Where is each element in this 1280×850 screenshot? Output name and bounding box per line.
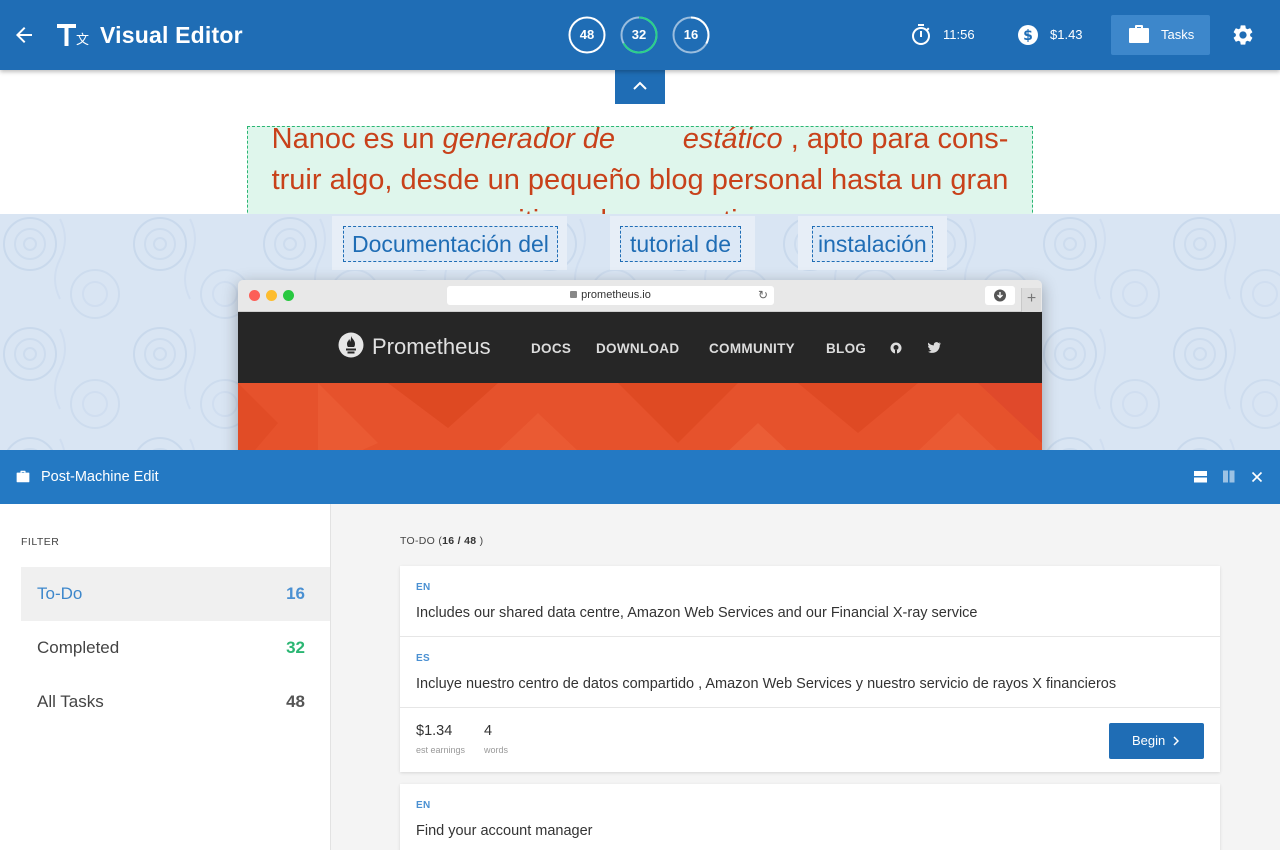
stopwatch-icon [909,23,933,47]
close-icon[interactable] [1249,469,1265,485]
download-icon [985,286,1015,305]
site-nav-docs: DOCS [531,341,572,356]
filter-all-tasks[interactable]: All Tasks 48 [21,675,330,729]
back-arrow-icon[interactable] [12,23,36,47]
horizontal-split-icon[interactable] [1193,469,1209,485]
url-text: prometheus.io [581,289,651,301]
todo-counter: 16 [672,16,710,54]
source-segment: EN Find your account manager [400,784,1220,850]
minimize-dot-icon [266,290,277,301]
maximize-dot-icon [283,290,294,301]
task-card: EN Find your account manager [400,784,1220,850]
word-count-label: words [484,745,509,755]
segment-text[interactable]: instalación [812,226,933,262]
source-segment: EN Includes our shared data centre, Amaz… [400,566,1220,637]
prometheus-logo-icon [338,332,364,358]
github-icon [890,342,902,354]
hero-section: Documentación del tutorial de instalació… [0,214,1280,450]
earnings-value: $1.43 [1050,27,1083,42]
est-earnings-label: est earnings [416,745,466,755]
site-brand: Prometheus [372,334,491,359]
target-text: Incluye nuestro centro de datos comparti… [416,676,1117,692]
filter-label: Completed [37,638,120,657]
filter-heading: FILTER [21,536,60,548]
app-title: Visual Editor [100,22,243,48]
briefcase-icon [16,470,30,483]
collapse-toolbar-button[interactable] [615,70,665,104]
filter-label: To-Do [37,584,83,603]
chevron-right-icon [1173,736,1179,746]
panel-header: Post-Machine Edit [0,450,1280,504]
target-language: ES [416,653,430,664]
segment-text[interactable]: Documentación del [343,226,558,262]
todo-count-heading: TO-DO (16 / 48 ) [400,535,484,547]
completed-counter: 32 [620,16,658,54]
website-screenshot: prometheus.io ↻ + Prometheus DOCS DOWNLO… [238,280,1042,450]
task-footer: $1.34 est earnings 4 words Begin [400,708,1220,772]
segment-text[interactable]: tutorial de [620,226,742,262]
target-segment: ES Incluye nuestro centro de datos compa… [400,637,1220,708]
browser-chrome: prometheus.io ↻ + [238,280,1042,312]
site-nav-download: DOWNLOAD [596,341,680,356]
completed-counter-value: 32 [631,27,647,42]
lock-icon [570,291,578,298]
new-tab-icon: + [1021,288,1041,312]
site-hero-banner [238,383,1042,450]
chevron-up-icon [633,81,647,90]
panel-title: Post-Machine Edit [41,469,159,485]
text-segment-1: Documentación del [332,216,567,270]
filter-label: All Tasks [37,692,104,711]
svg-text:文: 文 [76,33,89,48]
dollar-icon: $ [1016,23,1040,47]
todo-counter-value: 16 [683,27,699,42]
top-bar: 文 Visual Editor 48 32 16 11:56 $ $1.43 T… [0,0,1280,70]
timer-value: 11:56 [943,27,975,42]
close-dot-icon [249,290,260,301]
begin-button[interactable]: Begin [1109,723,1204,759]
text-segment-3: instalación [798,216,947,270]
total-counter-value: 48 [579,27,595,42]
filter-count: 48 [286,692,305,711]
gear-icon[interactable] [1231,23,1255,47]
briefcase-icon [1129,25,1149,43]
task-card: EN Includes our shared data centre, Amaz… [400,566,1220,772]
begin-button-label: Begin [1132,733,1166,748]
source-language: EN [416,800,431,811]
source-text: Includes our shared data centre, Amazon … [416,605,978,621]
reload-icon: ↻ [757,288,768,302]
task-list: TO-DO (16 / 48 ) EN Includes our shared … [331,504,1280,850]
tasks-button[interactable]: Tasks [1111,15,1210,55]
est-earnings-value: $1.34 [416,723,453,739]
translate-logo-icon: 文 [56,22,90,48]
filter-count: 16 [286,584,305,603]
site-nav-blog: BLOG [826,341,867,356]
total-counter: 48 [568,16,606,54]
url-bar: prometheus.io ↻ [447,286,774,305]
filter-todo[interactable]: To-Do 16 [21,567,330,621]
twitter-icon [928,342,941,353]
vertical-split-icon[interactable] [1221,469,1237,485]
word-count-value: 4 [484,723,493,739]
svg-text:$: $ [1023,28,1033,44]
source-text: Find your account manager [416,823,593,839]
filter-count: 32 [286,638,305,657]
tasks-button-label: Tasks [1161,27,1195,42]
site-navbar: Prometheus DOCS DOWNLOAD COMMUNITY BLOG [238,312,1042,383]
filter-sidebar: FILTER To-Do 16 Completed 32 All Tasks 4… [0,504,331,850]
text-segment-2: tutorial de [610,216,755,270]
filter-completed[interactable]: Completed 32 [21,621,330,675]
source-language: EN [416,582,431,593]
site-nav-community: COMMUNITY [709,341,795,356]
